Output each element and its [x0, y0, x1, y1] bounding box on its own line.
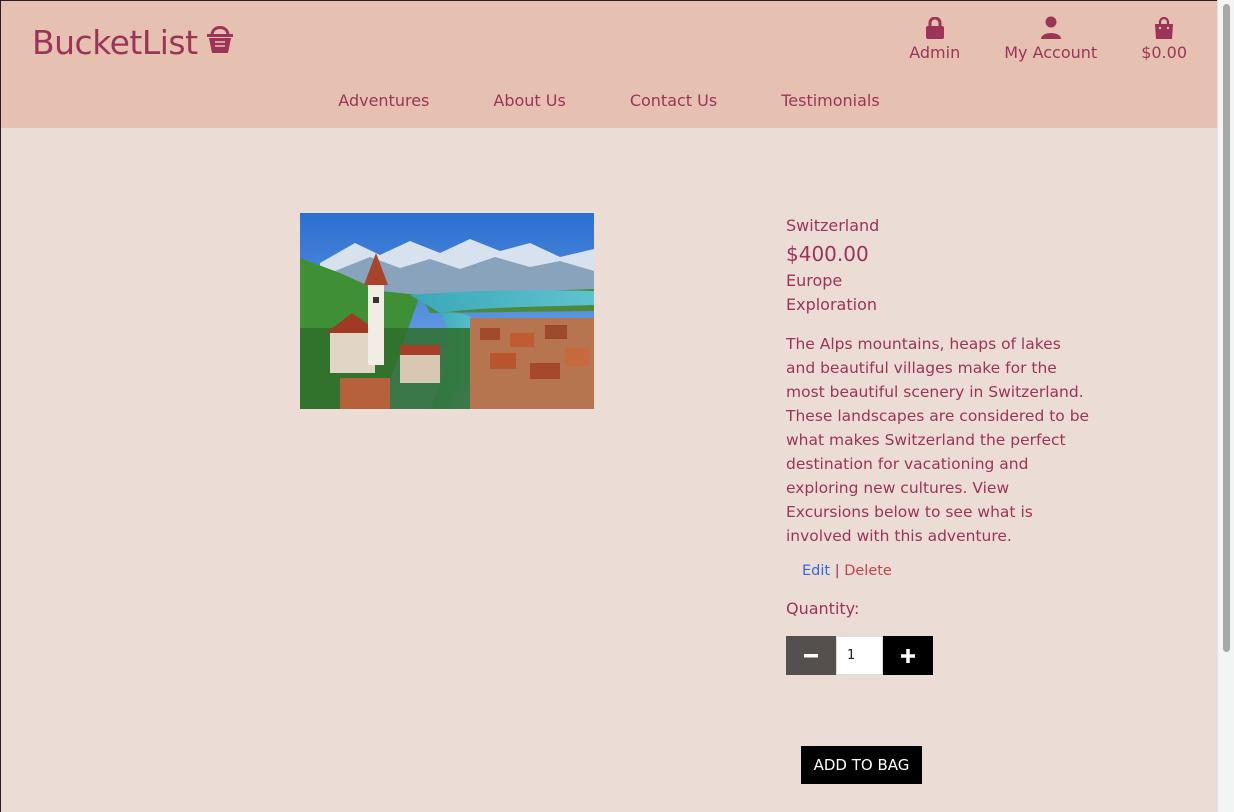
- shopping-bag-link[interactable]: $0.00: [1119, 15, 1187, 62]
- nav-contact-us[interactable]: Contact Us: [598, 91, 749, 110]
- product-details: Switzerland $400.00 Europe Exploration T…: [786, 215, 1091, 675]
- plus-icon: [901, 648, 915, 663]
- admin-label: Admin: [909, 43, 961, 62]
- bag-total: $0.00: [1141, 43, 1187, 62]
- action-separator: |: [834, 563, 840, 579]
- nav-about-us[interactable]: About Us: [461, 91, 597, 110]
- delete-link[interactable]: Delete: [844, 563, 892, 579]
- increment-button[interactable]: [883, 636, 933, 675]
- edit-link[interactable]: Edit: [802, 563, 830, 579]
- quantity-stepper: [786, 636, 1091, 675]
- decrement-button[interactable]: [786, 636, 836, 675]
- brand-logo[interactable]: BucketList: [32, 21, 234, 63]
- browser-page: BucketList Admin My Account $0.00 Advent…: [1, 1, 1217, 812]
- product-price: $400.00: [786, 242, 869, 266]
- site-header: BucketList Admin My Account $0.00 Advent…: [1, 1, 1217, 128]
- admin-actions: Edit | Delete: [802, 563, 1091, 579]
- product-region: Europe: [786, 271, 843, 290]
- vertical-scrollbar[interactable]: [1217, 0, 1234, 812]
- scrollbar-thumb[interactable]: [1223, 4, 1230, 652]
- basket-icon: [206, 21, 234, 63]
- product-category: Exploration: [786, 295, 877, 314]
- nav-testimonials[interactable]: Testimonials: [749, 91, 912, 110]
- minus-icon: [804, 653, 818, 657]
- my-account-link[interactable]: My Account: [982, 15, 1119, 62]
- lock-icon: [925, 15, 945, 39]
- quantity-label: Quantity:: [786, 599, 860, 618]
- shopping-bag-icon: [1154, 15, 1174, 39]
- main-nav: Adventures About Us Contact Us Testimoni…: [1, 91, 1217, 110]
- nav-adventures[interactable]: Adventures: [306, 91, 461, 110]
- brand-name: BucketList: [32, 22, 198, 62]
- quantity-input[interactable]: [836, 636, 883, 675]
- account-links: Admin My Account $0.00: [887, 15, 1187, 62]
- product-image[interactable]: [300, 213, 594, 409]
- user-icon: [1040, 15, 1062, 39]
- product-name: Switzerland: [786, 216, 880, 235]
- my-account-label: My Account: [1004, 43, 1098, 62]
- admin-link[interactable]: Admin: [887, 15, 982, 62]
- add-to-bag-button[interactable]: ADD TO BAG: [801, 746, 922, 784]
- product-description: The Alps mountains, heaps of lakes and b…: [786, 335, 1090, 545]
